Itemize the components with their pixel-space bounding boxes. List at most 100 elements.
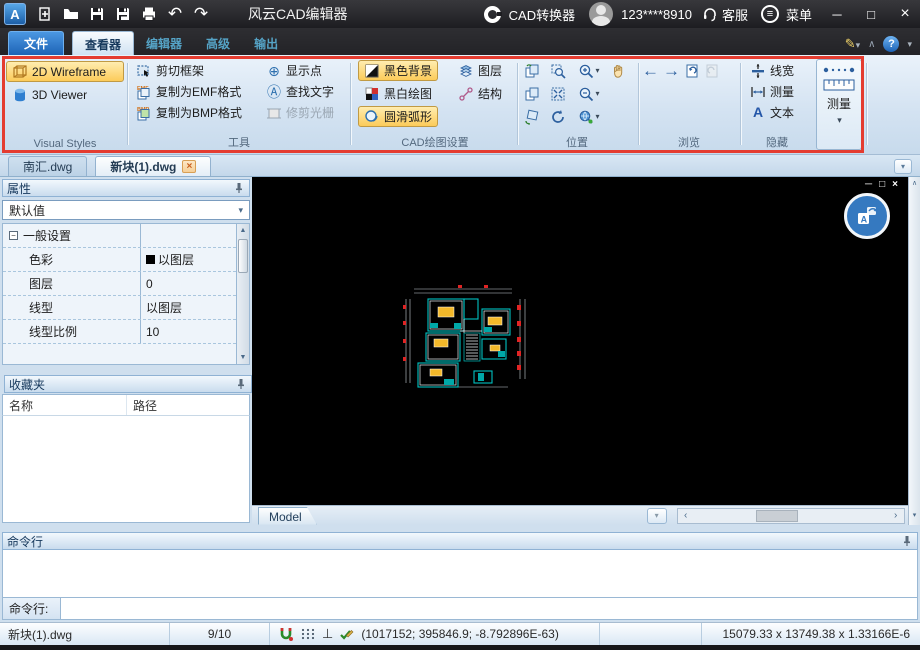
zoom-out-dropdown-icon[interactable]: ▾ [595, 89, 599, 98]
prev-view-button[interactable]: ← [642, 61, 659, 81]
print-button[interactable] [136, 2, 162, 26]
draw-check-icon[interactable] [339, 626, 355, 642]
rotate-view-button[interactable] [520, 60, 544, 82]
new-file-button[interactable] [32, 2, 58, 26]
pin-icon[interactable] [233, 182, 245, 194]
smooth-arc-button[interactable]: 圆滑弧形 [358, 106, 439, 127]
convert-floating-button[interactable]: A [844, 193, 890, 239]
hide-measure-button[interactable]: 测量 [744, 81, 800, 102]
property-group-row[interactable]: − 一般设置 [3, 224, 236, 248]
drawing-canvas[interactable]: ─ □ × A [252, 177, 908, 505]
preset-dropdown[interactable]: 默认值 ▾ [2, 200, 250, 220]
minimize-button[interactable]: ─ [822, 2, 852, 26]
doc-minimize-icon[interactable]: ─ [865, 179, 872, 190]
menu-button[interactable]: 菜单 [786, 5, 812, 24]
find-text-button[interactable]: Ⓐ 查找文字 [260, 81, 340, 102]
tab-output[interactable]: 输出 [242, 31, 290, 55]
command-input[interactable] [61, 598, 917, 619]
tabstrip-overflow-button[interactable]: ▾ [894, 159, 912, 174]
zoom-extents-button[interactable]: ▾ [572, 106, 606, 128]
refresh-view-button[interactable] [546, 106, 570, 128]
copy-emf-button[interactable]: EMF 复制为EMF格式 [130, 81, 248, 102]
favorites-list[interactable] [2, 416, 250, 523]
pan-button[interactable] [606, 60, 630, 82]
tab-advanced[interactable]: 高级 [194, 31, 242, 55]
pencil-dropdown-icon[interactable]: ▾ [856, 40, 861, 50]
copy-bmp-button[interactable]: BMP 复制为BMP格式 [130, 102, 248, 123]
rotate-angle-button[interactable] [520, 106, 544, 128]
tab-close-icon[interactable]: × [182, 160, 197, 173]
property-row-ltscale[interactable]: 线型比例 10 [3, 320, 236, 344]
canvas-scroll-up-icon[interactable]: ∧ [909, 177, 920, 191]
doc-tab-xinkuai[interactable]: 新块(1).dwg × [95, 156, 212, 176]
scroll-thumb[interactable] [238, 239, 248, 273]
collapse-minus-icon[interactable]: − [9, 231, 18, 240]
cad-converter-button[interactable]: CAD转换器 [509, 5, 575, 24]
next-page-icon[interactable] [704, 63, 720, 79]
zoom-fit-button[interactable] [546, 83, 570, 105]
support-button[interactable]: 客服 [722, 5, 748, 24]
canvas-scroll-down-icon[interactable]: ▾ [909, 509, 920, 523]
user-avatar[interactable] [589, 2, 614, 26]
black-background-button[interactable]: 黑色背景 [358, 60, 439, 81]
hide-linewidth-button[interactable]: 线宽 [744, 60, 800, 81]
measure-dropdown-icon[interactable]: ▾ [837, 115, 842, 126]
hide-text-button[interactable]: A 文本 [744, 102, 800, 123]
tab-editor[interactable]: 编辑器 [134, 31, 194, 55]
doc-tab-nanhui[interactable]: 南汇.dwg [8, 156, 88, 176]
close-button[interactable]: × [890, 2, 920, 26]
property-row-layer[interactable]: 图层 0 [3, 272, 236, 296]
redo-button[interactable]: ↷ [188, 2, 214, 26]
collapse-ribbon-icon[interactable]: ∧ [868, 39, 875, 50]
annotate-button[interactable]: ✎▾ [845, 36, 860, 52]
structure-button[interactable]: 结构 [452, 83, 508, 104]
properties-scrollbar[interactable]: ▲ ▼ [236, 223, 250, 365]
tab-viewer[interactable]: 查看器 [72, 31, 135, 55]
ortho-icon[interactable]: ⊥ [322, 626, 333, 642]
next-view-button[interactable]: → [663, 61, 680, 81]
zoom-extents-dropdown-icon[interactable]: ▾ [595, 112, 599, 121]
canvas-hscrollbar[interactable]: ‹ › [676, 507, 905, 524]
layers-button[interactable]: 图层 [452, 60, 508, 81]
undo-button[interactable]: ↶ [162, 2, 188, 26]
save-as-pdf-button[interactable] [110, 2, 136, 26]
osnap-magnet-icon[interactable] [278, 626, 294, 642]
doc-restore-icon[interactable]: □ [879, 179, 885, 190]
zoom-window-button[interactable] [546, 60, 570, 82]
doc-close-icon[interactable]: × [892, 179, 898, 190]
app-icon[interactable]: A [4, 3, 26, 25]
favorites-pin-icon[interactable] [235, 378, 247, 390]
tab-file[interactable]: 文件 [8, 31, 65, 55]
hscroll-right-icon[interactable]: › [888, 509, 904, 523]
wireframe-2d-button[interactable]: 2D Wireframe [6, 61, 124, 82]
hscroll-thumb[interactable] [755, 509, 798, 522]
favorites-col-name[interactable]: 名称 [3, 395, 127, 415]
command-pin-icon[interactable] [901, 535, 913, 547]
favorites-col-path[interactable]: 路径 [127, 397, 157, 414]
scroll-down-icon[interactable]: ▼ [237, 351, 249, 364]
canvas-vscrollbar[interactable]: ∧ ▾ [908, 177, 920, 525]
zoom-in-button[interactable]: ▾ [572, 60, 606, 82]
scroll-up-icon[interactable]: ▲ [237, 224, 249, 237]
save-button[interactable] [84, 2, 110, 26]
open-file-button[interactable] [58, 2, 84, 26]
help-dropdown-icon[interactable]: ▾ [907, 39, 912, 50]
maximize-button[interactable]: □ [856, 2, 886, 26]
trim-raster-button[interactable]: 修剪光栅 [260, 102, 340, 123]
property-row-linetype[interactable]: 线型 以图层 [3, 296, 236, 320]
clip-frame-button[interactable]: 剪切框架 [130, 60, 248, 81]
prev-page-icon[interactable] [684, 63, 700, 79]
copy-view-button[interactable] [520, 83, 544, 105]
show-points-button[interactable]: ⊕ 显示点 [260, 60, 340, 81]
viewer-3d-button[interactable]: 3D Viewer [6, 84, 124, 105]
zoom-out-button[interactable]: ▾ [572, 83, 606, 105]
layout-expand-button[interactable]: ▾ [646, 507, 667, 524]
hscroll-left-icon[interactable]: ‹ [678, 509, 694, 523]
command-history[interactable] [2, 550, 918, 598]
measure-tool-button[interactable]: 测量 ▾ [816, 59, 862, 150]
bw-drawing-button[interactable]: 黑白绘图 [358, 83, 438, 104]
grid-snap-icon[interactable] [300, 626, 316, 642]
zoom-in-dropdown-icon[interactable]: ▾ [595, 66, 599, 75]
property-row-color[interactable]: 色彩 以图层 [3, 248, 236, 272]
model-tab[interactable]: Model [258, 507, 317, 525]
